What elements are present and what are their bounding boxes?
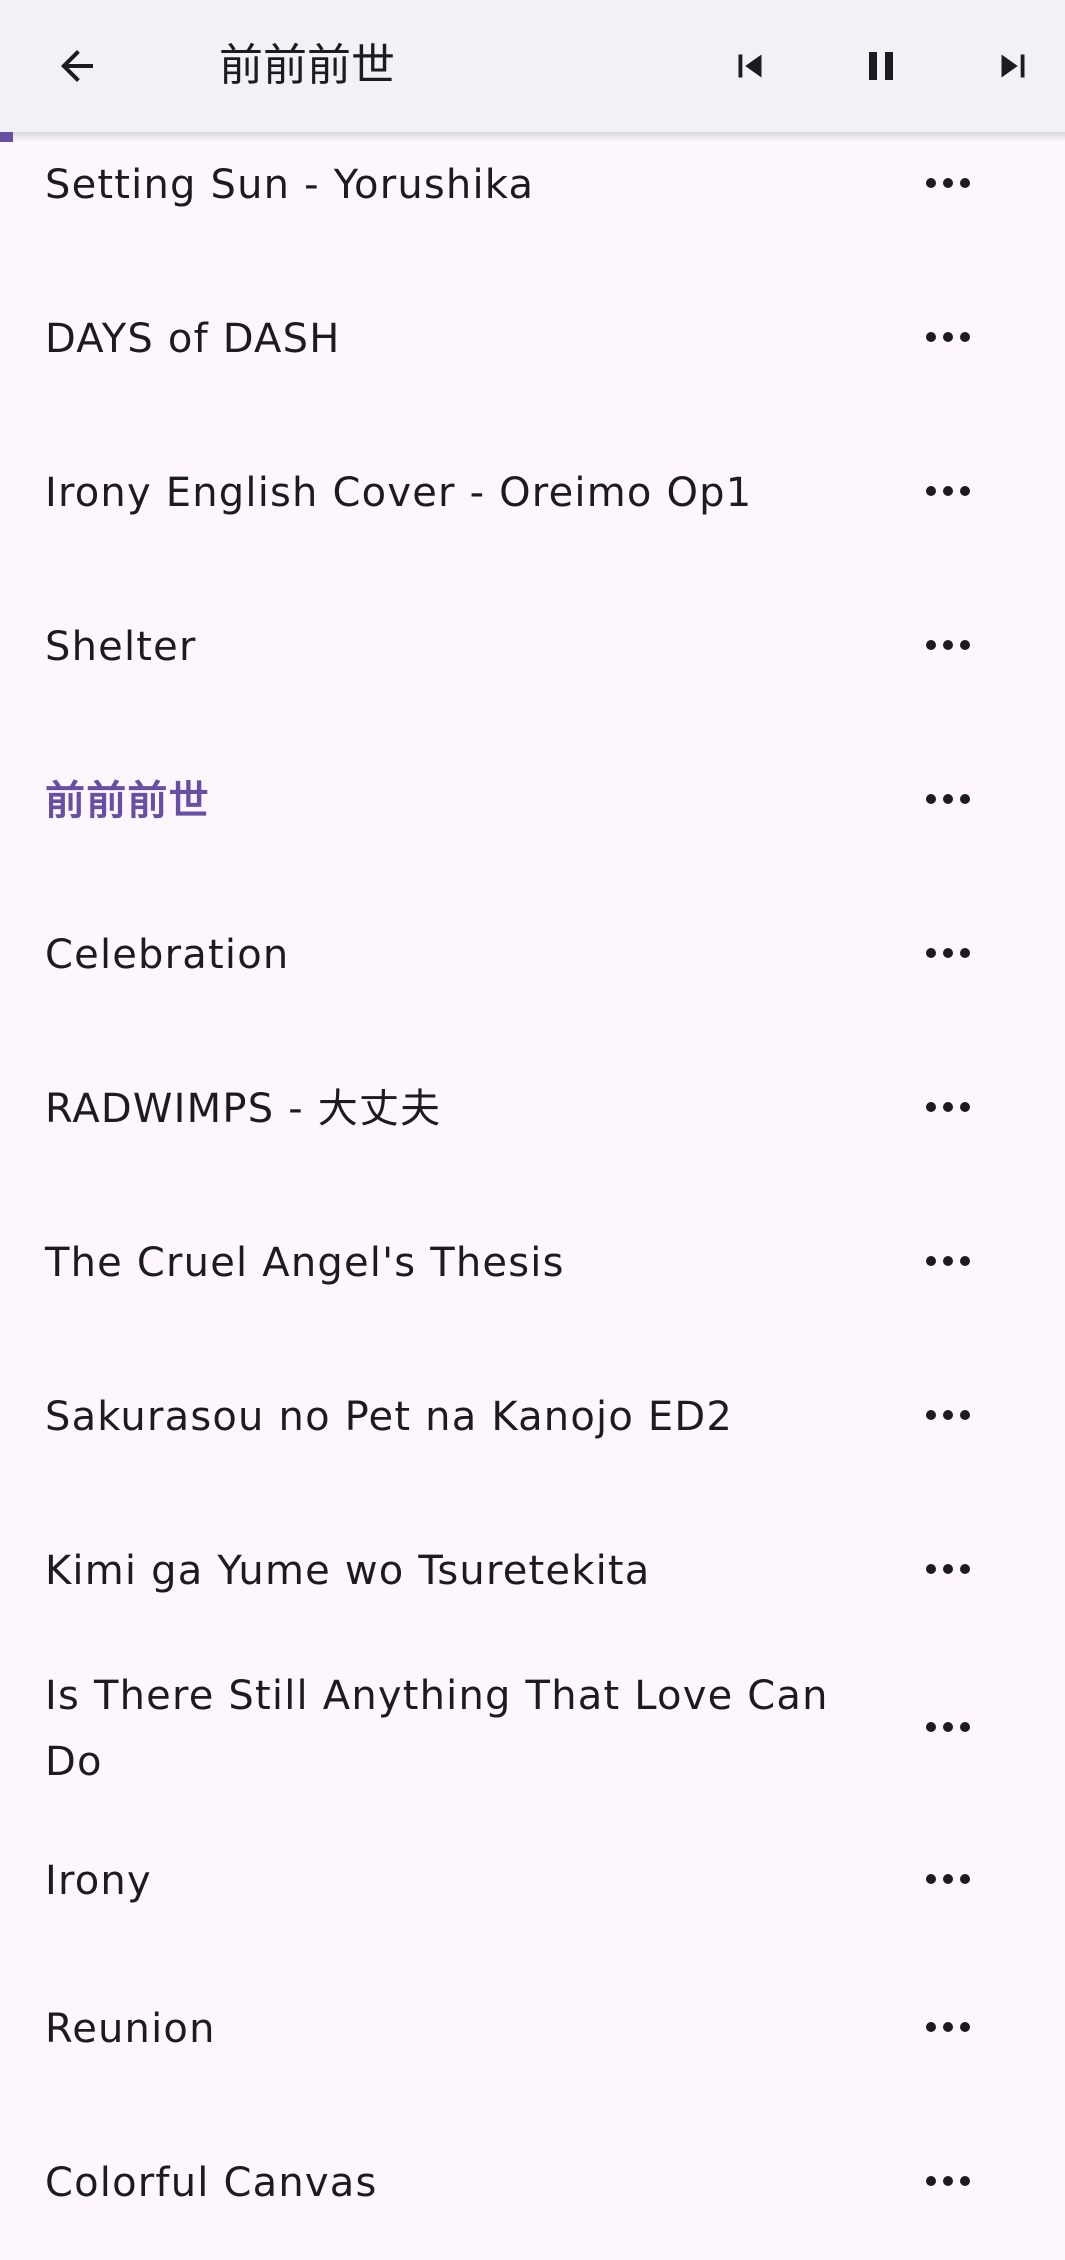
track-row[interactable]: Kimi ga Yume wo Tsuretekita xyxy=(0,1494,1065,1648)
track-row[interactable]: Is There Still Anything That Love Can Do xyxy=(0,1648,1065,1810)
track-title: 前前前世 xyxy=(45,778,210,824)
track-title: Setting Sun - Yorushika xyxy=(45,162,535,208)
more-horizontal-icon xyxy=(924,1099,972,1119)
more-horizontal-icon xyxy=(924,1407,972,1427)
track-more-button[interactable] xyxy=(908,761,988,841)
track-more-button[interactable] xyxy=(908,1689,988,1769)
track-row[interactable]: Irony xyxy=(0,1810,1065,1952)
track-more-button[interactable] xyxy=(908,915,988,995)
now-playing-title: 前前前世 xyxy=(219,40,395,91)
track-title: Colorful Canvas xyxy=(45,2160,378,2206)
more-horizontal-icon xyxy=(924,1871,972,1891)
arrow-back-icon xyxy=(53,42,101,90)
track-row[interactable]: 前前前世 xyxy=(0,724,1065,878)
track-row[interactable]: Reunion xyxy=(0,1952,1065,2106)
track-more-button[interactable] xyxy=(908,2143,988,2223)
track-more-button[interactable] xyxy=(908,1069,988,1149)
track-row[interactable]: Setting Sun - Yorushika xyxy=(0,108,1065,262)
more-horizontal-icon xyxy=(924,483,972,503)
more-horizontal-icon xyxy=(924,637,972,657)
track-title: Reunion xyxy=(45,2006,216,2052)
track-list: Setting Sun - Yorushika DAYS of DASH Irony… xyxy=(0,108,1065,2260)
track-title: Irony English Cover - Oreimo Op1 xyxy=(45,470,753,516)
track-more-button[interactable] xyxy=(908,1531,988,1611)
more-horizontal-icon xyxy=(924,1719,972,1739)
track-row[interactable]: RADWIMPS - 大丈夫 xyxy=(0,1032,1065,1186)
more-horizontal-icon xyxy=(924,791,972,811)
track-title: The Cruel Angel's Thesis xyxy=(45,1240,565,1286)
track-row[interactable]: Irony English Cover - Oreimo Op1 xyxy=(0,416,1065,570)
track-title: Celebration xyxy=(45,932,290,978)
track-row[interactable]: Sakurasou no Pet na Kanojo ED2 xyxy=(0,1340,1065,1494)
track-title: Is There Still Anything That Love Can Do xyxy=(45,1673,829,1785)
more-horizontal-icon xyxy=(924,175,972,195)
track-more-button[interactable] xyxy=(908,299,988,379)
previous-track-button[interactable] xyxy=(706,22,794,110)
track-more-button[interactable] xyxy=(908,453,988,533)
more-horizontal-icon xyxy=(924,1253,972,1273)
track-row[interactable]: Shelter xyxy=(0,570,1065,724)
more-horizontal-icon xyxy=(924,2173,972,2193)
track-more-button[interactable] xyxy=(908,1989,988,2069)
track-title: Sakurasou no Pet na Kanojo ED2 xyxy=(45,1394,734,1440)
skip-previous-icon xyxy=(727,43,773,89)
track-more-button[interactable] xyxy=(908,1377,988,1457)
more-horizontal-icon xyxy=(924,329,972,349)
next-track-button[interactable] xyxy=(969,22,1057,110)
skip-next-icon xyxy=(990,43,1036,89)
track-more-button[interactable] xyxy=(908,1841,988,1921)
track-title: Kimi ga Yume wo Tsuretekita xyxy=(45,1548,651,1594)
track-title: DAYS of DASH xyxy=(45,316,341,362)
pause-button[interactable] xyxy=(837,22,925,110)
track-title: Shelter xyxy=(45,624,197,670)
more-horizontal-icon xyxy=(924,2019,972,2039)
track-title: Irony xyxy=(45,1858,152,1904)
more-horizontal-icon xyxy=(924,945,972,965)
track-row[interactable]: DAYS of DASH xyxy=(0,262,1065,416)
track-title: RADWIMPS - 大丈夫 xyxy=(45,1086,442,1132)
track-more-button[interactable] xyxy=(908,607,988,687)
track-row[interactable]: Colorful Canvas xyxy=(0,2106,1065,2260)
track-row[interactable]: The Cruel Angel's Thesis xyxy=(0,1186,1065,1340)
back-button[interactable] xyxy=(33,22,121,110)
pause-icon xyxy=(857,42,905,90)
track-more-button[interactable] xyxy=(908,145,988,225)
more-horizontal-icon xyxy=(924,1561,972,1581)
track-row[interactable]: Celebration xyxy=(0,878,1065,1032)
track-more-button[interactable] xyxy=(908,1223,988,1303)
